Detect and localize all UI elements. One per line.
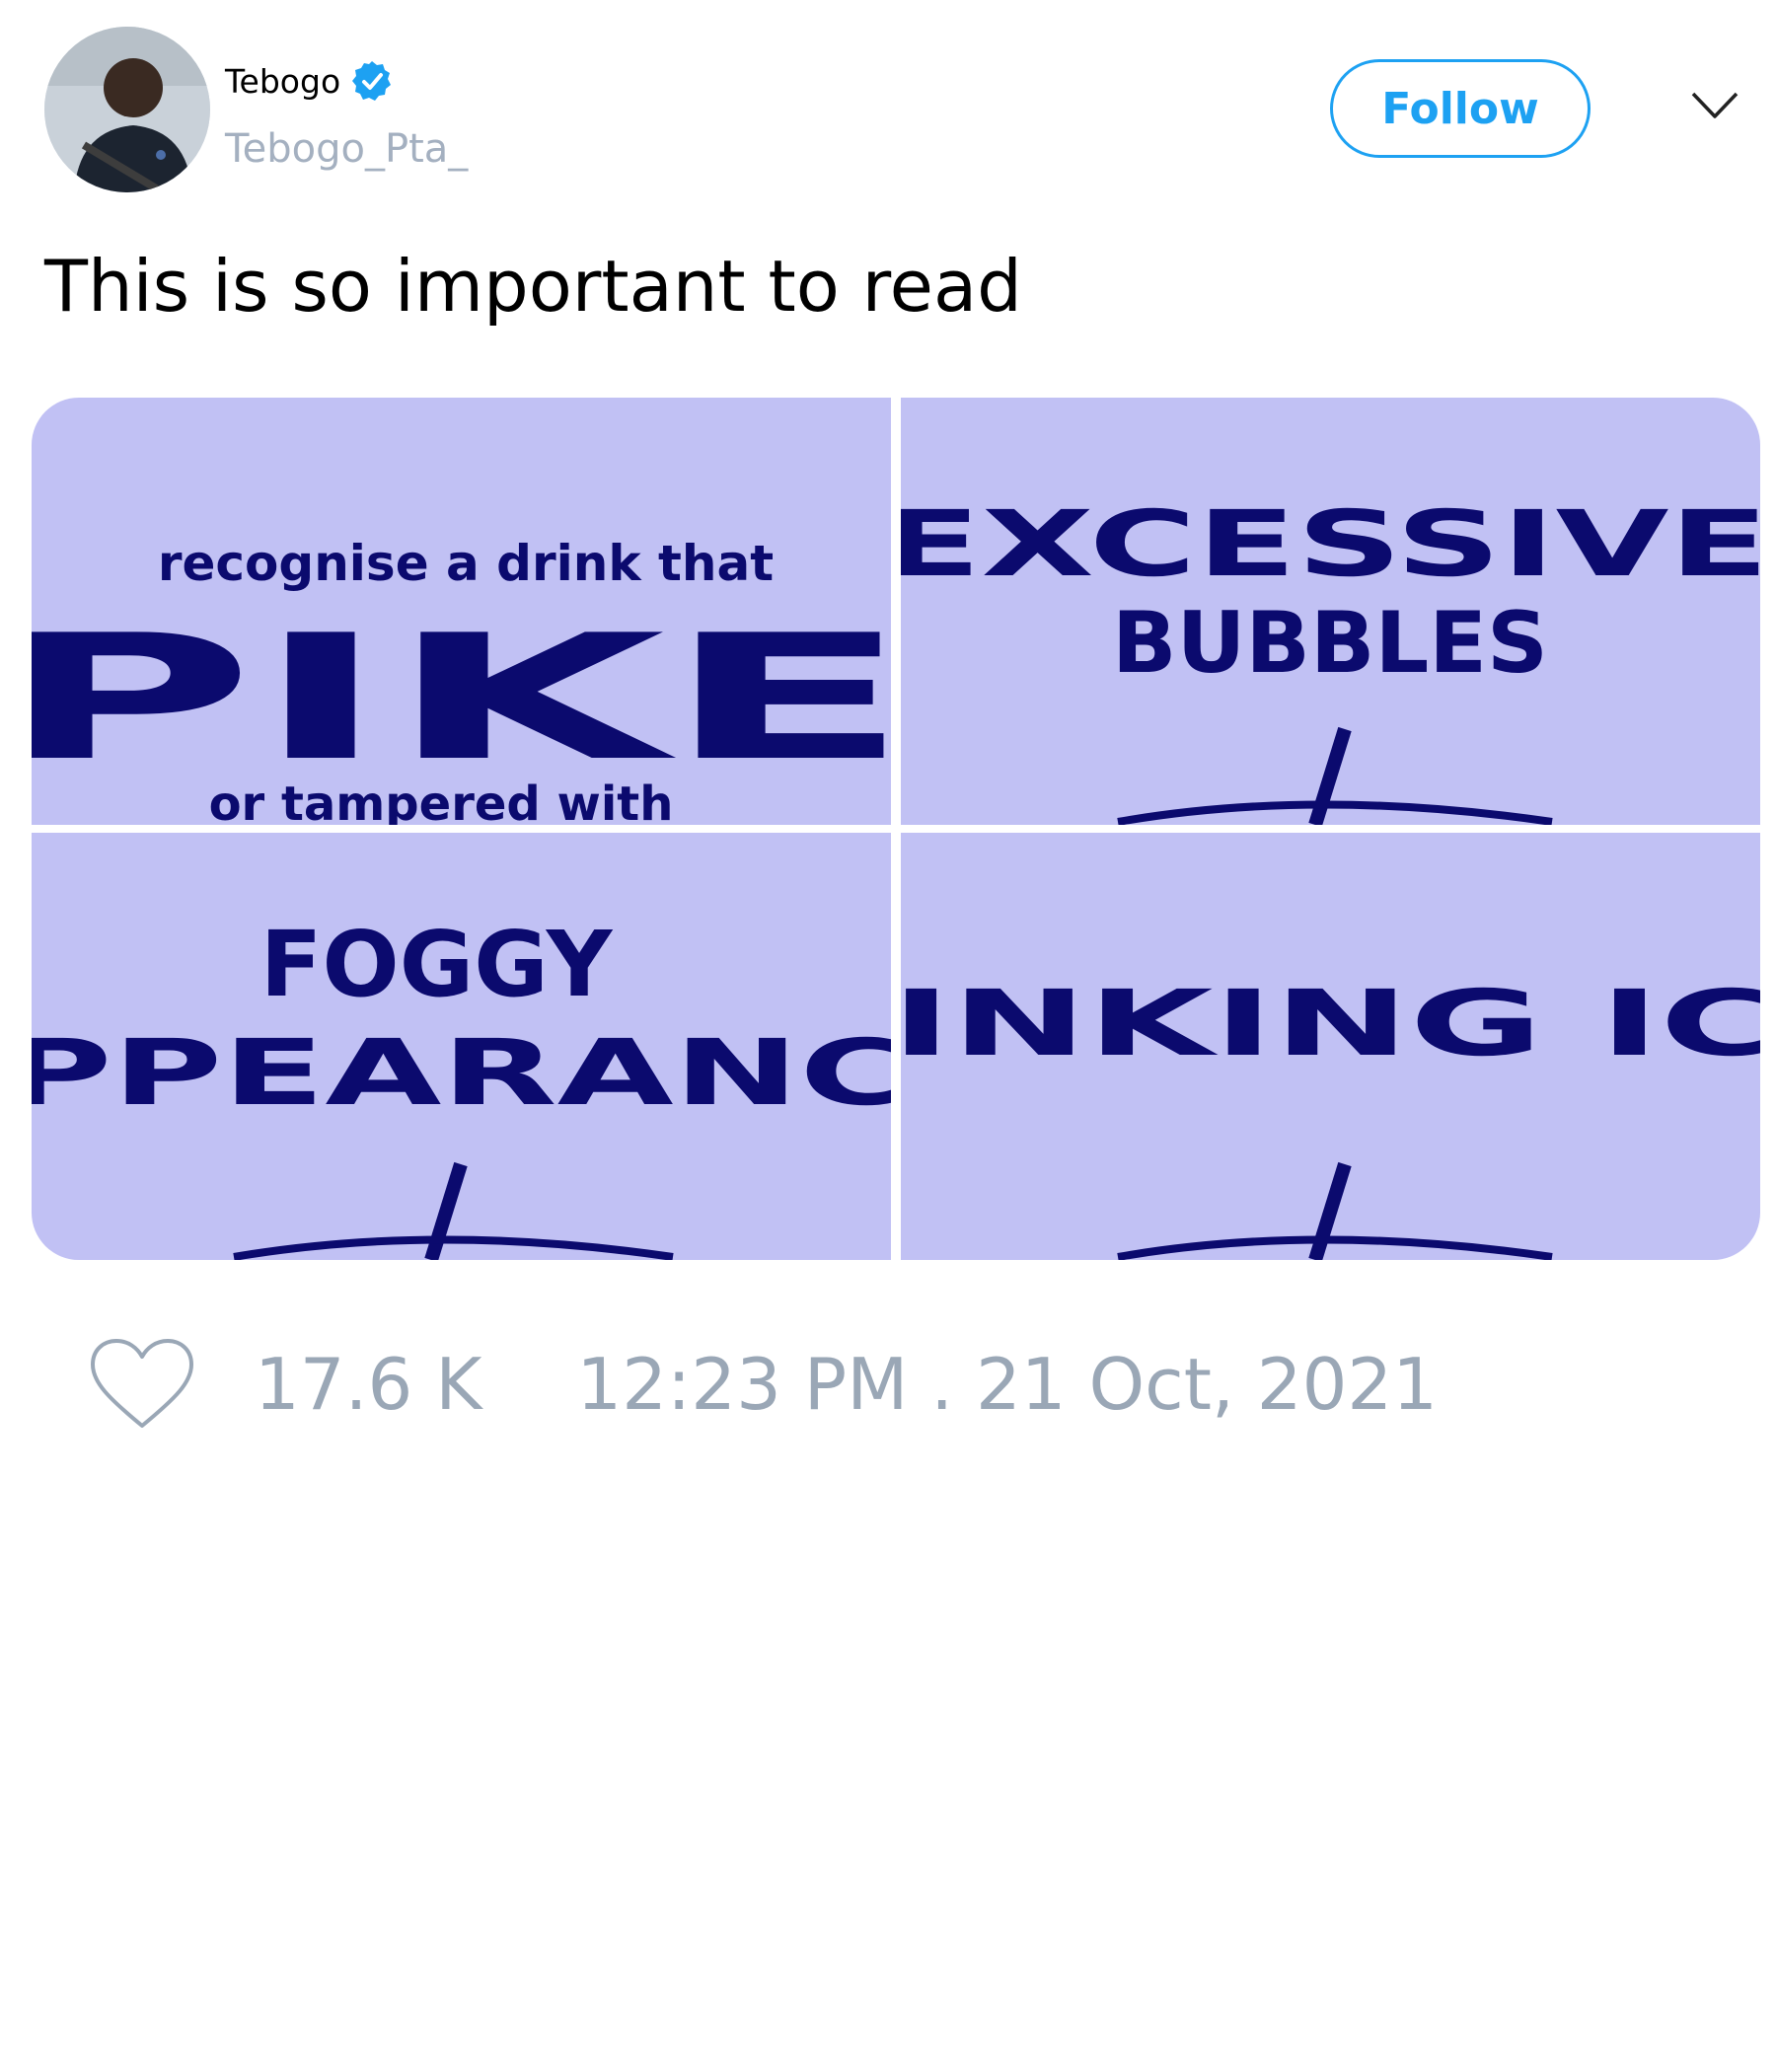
poster-line-tampered: or tampered with [209,777,674,825]
author-handle[interactable]: Tebogo_Pta_ [225,126,468,172]
chevron-down-icon[interactable] [1691,91,1739,120]
verified-badge-icon [352,61,392,101]
author-row: Tebogo [225,59,394,103]
author-name[interactable]: Tebogo [225,62,340,101]
poster-line-bubbles: BUBBLES [1112,594,1548,693]
poster-line-recognise: recognise a drink that [158,535,774,592]
poster-line-foggy: FOGGY [260,912,614,1017]
poster-line-appearance: PPEARANC [32,1020,891,1126]
tweet-footer: 17.6 K 12:23 PM . 21 Oct, 2021 [89,1337,1438,1432]
poster-line-excessive: EXCESSIVE [901,491,1760,597]
poster-line-pike: PIKE [32,599,891,799]
timestamp[interactable]: 12:23 PM . 21 Oct, 2021 [576,1343,1438,1426]
glass-illustration [233,1161,674,1260]
avatar-photo [44,27,210,192]
media-image-2[interactable]: EXCESSIVE BUBBLES [901,398,1760,825]
media-grid[interactable]: recognise a drink that PIKE or tampered … [32,398,1760,1260]
media-image-3[interactable]: FOGGY PPEARANC [32,833,891,1260]
avatar[interactable] [44,27,210,192]
glass-illustration [1117,726,1553,825]
media-image-4[interactable]: INKING IC [901,833,1760,1260]
glass-illustration [1117,1161,1553,1260]
poster-line-drinking-ice: INKING IC [901,971,1760,1076]
heart-icon[interactable] [89,1337,195,1432]
like-count: 17.6 K [255,1343,482,1426]
tweet-text: This is so important to read [44,245,1022,328]
follow-button[interactable]: Follow [1330,59,1591,158]
media-image-1[interactable]: recognise a drink that PIKE or tampered … [32,398,891,825]
